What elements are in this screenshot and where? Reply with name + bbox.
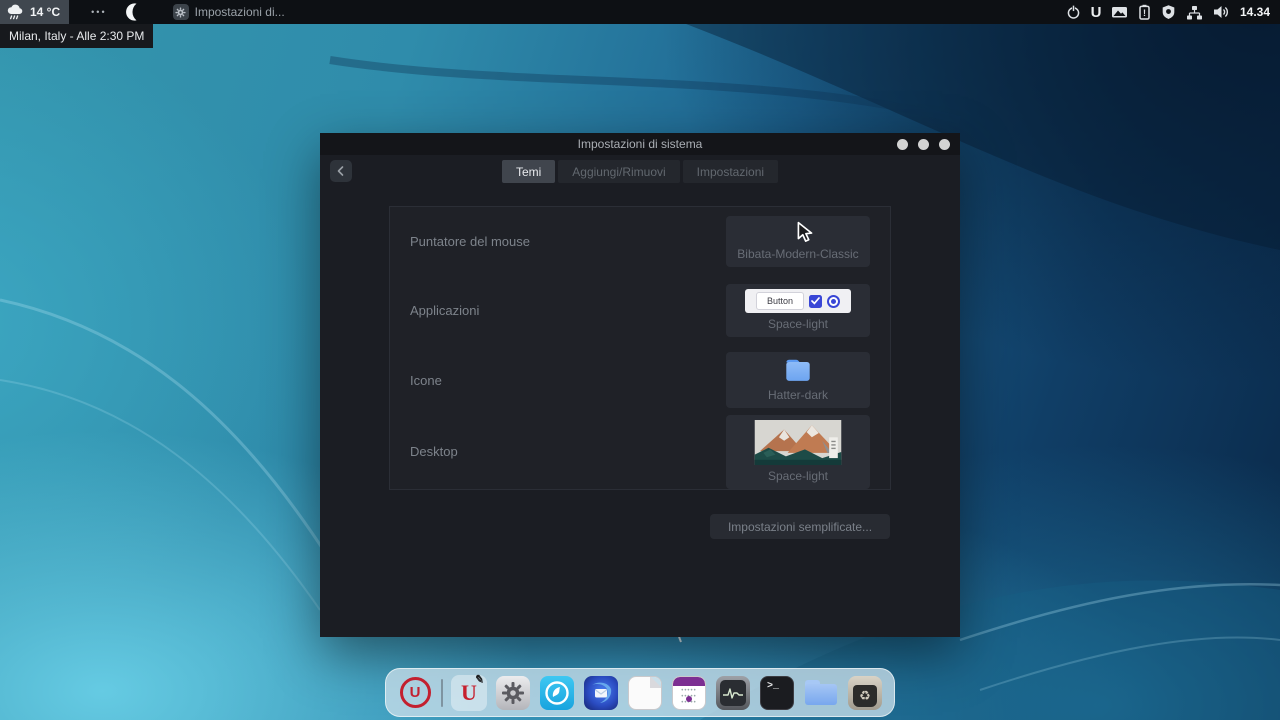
document-icon [628, 676, 662, 710]
preview-button: Button [756, 292, 804, 310]
widget-theme-preview: Button [745, 289, 851, 313]
battery-alert-icon[interactable]: ! [1138, 4, 1151, 20]
tab-bar: Temi Aggiungi/Rimuovi Impostazioni [320, 160, 960, 183]
settings-gear-icon [496, 676, 530, 710]
weather-tooltip: Milan, Italy - Alle 2:30 PM [0, 24, 153, 48]
weather-temperature: 14 °C [30, 5, 60, 19]
utext-icon: U ✎ [461, 680, 477, 706]
calendar-header [673, 677, 705, 686]
svg-text:!: ! [1143, 8, 1146, 18]
wallpaper-thumbnail [748, 420, 848, 465]
icon-theme-name: Hatter-dark [768, 388, 828, 402]
dock-browser[interactable] [539, 675, 575, 711]
trash-icon: ♻ [848, 676, 882, 710]
settings-window: Impostazioni di sistema Temi Aggiungi/Ri… [320, 133, 960, 637]
taskbar-window-label: Impostazioni di... [195, 5, 285, 19]
night-light-applet[interactable] [123, 2, 143, 22]
unity-tray-icon[interactable]: U [1091, 4, 1101, 21]
dock-unity-launcher[interactable]: U [397, 675, 433, 711]
calendar-icon: ••••••••••••••• [672, 676, 706, 710]
row-label: Icone [410, 373, 442, 388]
volume-icon[interactable] [1213, 5, 1230, 19]
taskbar-window-button[interactable]: Impostazioni di... [165, 0, 293, 24]
window-close-button[interactable] [939, 139, 950, 150]
power-icon[interactable] [1066, 4, 1081, 20]
icon-theme-tile[interactable]: Hatter-dark [726, 352, 870, 408]
recycle-symbol: ♻ [859, 689, 871, 702]
row-label: Applicazioni [410, 303, 479, 318]
wallpaper-tile[interactable]: Space-light [726, 415, 870, 489]
window-maximize-button[interactable] [918, 139, 929, 150]
row-desktop: Desktop [390, 415, 890, 489]
network-icon[interactable] [1186, 5, 1203, 20]
dock-calendar[interactable]: ••••••••••••••• [671, 675, 707, 711]
pencil-icon: ✎ [474, 672, 485, 686]
thunderbird-icon [584, 676, 618, 710]
window-nav-row: Temi Aggiungi/Rimuovi Impostazioni [320, 155, 960, 195]
wallpaper-changer-icon[interactable] [1111, 5, 1128, 19]
row-label: Puntatore del mouse [410, 234, 530, 249]
browser-icon [540, 676, 574, 710]
window-minimize-button[interactable] [897, 139, 908, 150]
cursor-theme-name: Bibata-Modern-Classic [737, 247, 858, 261]
overflow-menu-dots[interactable]: ••• [91, 7, 106, 17]
gtk-theme-name: Space-light [768, 317, 828, 331]
cursor-theme-tile[interactable]: Bibata-Modern-Classic [726, 216, 870, 267]
calendar-today-dot [686, 696, 692, 702]
window-controls [897, 133, 950, 155]
dock-terminal[interactable]: >_ [759, 675, 795, 711]
dock-utext-editor[interactable]: U ✎ [451, 675, 487, 711]
preview-radio [827, 295, 840, 308]
moon-icon [123, 2, 143, 22]
files-folder-icon [805, 680, 837, 705]
terminal-prompt-glyph: >_ [767, 681, 779, 692]
simplified-settings-button[interactable]: Impostazioni semplificate... [710, 514, 890, 539]
top-panel: 14 °C ••• [0, 0, 1280, 24]
rain-cloud-icon [6, 4, 25, 21]
weather-applet[interactable]: 14 °C [0, 0, 69, 24]
settings-gear-icon [173, 4, 189, 20]
folded-corner [650, 676, 662, 688]
tab-impostazioni[interactable]: Impostazioni [683, 160, 778, 183]
desktop: 14 °C ••• [0, 0, 1280, 720]
window-titlebar: Impostazioni di sistema [320, 133, 960, 155]
row-mouse-pointer: Puntatore del mouse Bibata-Modern-Classi… [390, 207, 890, 276]
folder-icon [780, 357, 816, 384]
dock-file-manager[interactable] [803, 675, 839, 711]
row-applications: Applicazioni Button Space-light [390, 276, 890, 345]
security-shield-icon[interactable] [1161, 4, 1176, 20]
system-monitor-icon [716, 676, 750, 710]
row-icons: Icone Hatter-dark [390, 346, 890, 415]
dock-system-monitor[interactable] [715, 675, 751, 711]
unity-u-glyph: U [410, 684, 421, 701]
row-label: Desktop [410, 444, 458, 459]
dock-trash[interactable]: ♻ [847, 675, 883, 711]
dock-text-document[interactable] [627, 675, 663, 711]
clock[interactable]: 14.34 [1240, 5, 1270, 19]
wallpaper-theme-name: Space-light [768, 469, 828, 483]
tab-temi[interactable]: Temi [502, 160, 555, 183]
terminal-icon: >_ [760, 676, 794, 710]
theme-settings-panel: Puntatore del mouse Bibata-Modern-Classi… [389, 206, 891, 490]
unity-ring-icon: U [400, 677, 431, 708]
window-title: Impostazioni di sistema [578, 137, 703, 151]
system-tray: U ! [1066, 4, 1280, 21]
cursor-arrow-icon [794, 221, 816, 243]
gtk-theme-tile[interactable]: Button Space-light [726, 284, 870, 337]
dock-separator [441, 679, 443, 707]
dock-settings[interactable] [495, 675, 531, 711]
preview-checkbox [809, 295, 822, 308]
dock-thunderbird-mail[interactable] [583, 675, 619, 711]
tab-aggiungi-rimuovi[interactable]: Aggiungi/Rimuovi [558, 160, 679, 183]
dock: U U ✎ [385, 668, 895, 717]
